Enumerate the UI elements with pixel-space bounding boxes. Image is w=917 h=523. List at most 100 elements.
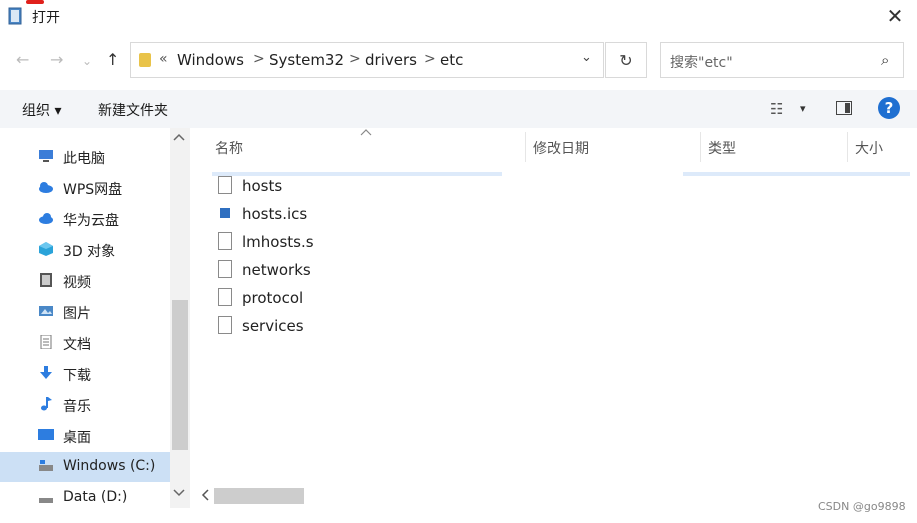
red-mark bbox=[26, 0, 44, 4]
view-options-icon[interactable]: ☷ bbox=[770, 100, 783, 118]
breadcrumb-separator[interactable]: > bbox=[253, 51, 265, 67]
recent-locations-button[interactable]: ⌄ bbox=[82, 54, 92, 68]
column-header-type[interactable]: 类型 bbox=[708, 138, 736, 158]
row-hover-highlight bbox=[683, 172, 910, 176]
close-button[interactable]: ✕ bbox=[880, 2, 910, 30]
sidebar-item-music[interactable]: 音乐 bbox=[0, 390, 170, 420]
file-icon bbox=[218, 288, 232, 306]
column-divider[interactable] bbox=[700, 132, 701, 162]
breadcrumb-overflow[interactable]: « bbox=[159, 51, 168, 67]
sidebar-item-label: 此电脑 bbox=[63, 151, 105, 167]
file-name: networks bbox=[242, 261, 311, 279]
sidebar-item-label: Data (D:) bbox=[63, 489, 128, 505]
file-icon bbox=[218, 316, 232, 334]
sidebar-item-pictures[interactable]: 图片 bbox=[0, 297, 170, 327]
sidebar-item-label: WPS网盘 bbox=[63, 182, 123, 198]
back-button[interactable]: ← bbox=[16, 50, 29, 69]
sidebar-item-data-d[interactable]: Data (D:) bbox=[0, 483, 170, 513]
sidebar-item-desktop[interactable]: 桌面 bbox=[0, 421, 170, 451]
sidebar-item-label: 华为云盘 bbox=[63, 213, 119, 229]
folder-icon bbox=[139, 53, 151, 67]
title-bar: 打开 ✕ bbox=[0, 0, 917, 34]
breadcrumb-windows[interactable]: Windows bbox=[177, 51, 244, 69]
sidebar-item-3d-objects[interactable]: 3D 对象 bbox=[0, 235, 170, 265]
sidebar-item-label: 下载 bbox=[63, 368, 91, 384]
refresh-button[interactable]: ↻ bbox=[605, 42, 647, 78]
sort-ascending-icon bbox=[360, 129, 372, 136]
sidebar-item-label: Windows (C:) bbox=[63, 458, 156, 474]
sidebar-item-huawei-drive[interactable]: 华为云盘 bbox=[0, 204, 170, 234]
file-name: services bbox=[242, 317, 304, 335]
file-row-hosts[interactable]: hosts bbox=[212, 172, 512, 200]
sidebar-item-windows-c[interactable]: Windows (C:) bbox=[0, 452, 170, 482]
view-dropdown-button[interactable]: ▾ bbox=[800, 102, 806, 115]
scroll-up-icon[interactable] bbox=[172, 132, 186, 142]
address-bar[interactable]: « Windows > System32 > drivers > etc ⌄ bbox=[130, 42, 604, 78]
sidebar-item-label: 桌面 bbox=[63, 430, 91, 446]
watermark: CSDN @go9898 bbox=[818, 500, 906, 513]
file-name: protocol bbox=[242, 289, 304, 307]
dialog-app-icon bbox=[8, 7, 22, 25]
file-icon bbox=[218, 176, 232, 194]
sidebar-item-label: 图片 bbox=[63, 306, 91, 322]
sidebar-item-downloads[interactable]: 下载 bbox=[0, 359, 170, 389]
command-bar: 组织 ▾ 新建文件夹 ☷ ▾ ? bbox=[0, 90, 917, 128]
desktop-icon bbox=[38, 429, 54, 440]
column-header-name[interactable]: 名称 bbox=[215, 138, 243, 158]
breadcrumb-separator[interactable]: > bbox=[349, 51, 361, 67]
pc-icon bbox=[39, 150, 53, 162]
file-row-lmhosts[interactable]: lmhosts.s bbox=[212, 228, 512, 256]
document-icon bbox=[40, 335, 52, 349]
preview-pane-icon[interactable] bbox=[836, 101, 852, 115]
search-icon[interactable]: ⌕ bbox=[881, 51, 889, 69]
column-divider[interactable] bbox=[525, 132, 526, 162]
window-title: 打开 bbox=[32, 10, 60, 26]
cloud-icon bbox=[39, 182, 53, 193]
breadcrumb-system32[interactable]: System32 bbox=[269, 51, 344, 69]
video-icon bbox=[40, 273, 52, 287]
forward-button[interactable]: → bbox=[50, 50, 63, 69]
navigation-pane: 此电脑 WPS网盘 华为云盘 3D 对象 视频 图片 文档 下载 音乐 桌面 W… bbox=[0, 128, 190, 523]
download-icon bbox=[40, 366, 52, 379]
drive-icon bbox=[39, 460, 53, 471]
search-input[interactable]: 搜索"etc" ⌕ bbox=[660, 42, 904, 78]
cloud-icon bbox=[39, 213, 53, 224]
breadcrumb-separator[interactable]: > bbox=[424, 51, 436, 67]
file-row-protocol[interactable]: protocol bbox=[212, 284, 512, 312]
sidebar-item-documents[interactable]: 文档 bbox=[0, 328, 170, 358]
file-row-services[interactable]: services bbox=[212, 312, 512, 340]
file-name: hosts bbox=[242, 177, 283, 195]
ics-file-icon bbox=[220, 208, 230, 218]
sidebar-item-label: 音乐 bbox=[63, 399, 91, 415]
drive-icon bbox=[39, 498, 53, 503]
file-name: hosts.ics bbox=[242, 205, 308, 223]
address-dropdown-button[interactable]: ⌄ bbox=[581, 50, 592, 65]
cube-icon bbox=[39, 242, 53, 256]
sidebar-item-label: 文档 bbox=[63, 337, 91, 353]
sidebar-item-label: 视频 bbox=[63, 275, 91, 291]
search-placeholder: 搜索"etc" bbox=[670, 55, 733, 71]
up-button[interactable]: ↑ bbox=[106, 50, 119, 69]
sidebar-item-wps-drive[interactable]: WPS网盘 bbox=[0, 173, 170, 203]
file-name: lmhosts.s bbox=[242, 233, 314, 251]
file-icon bbox=[218, 232, 232, 250]
file-row-networks[interactable]: networks bbox=[212, 256, 512, 284]
breadcrumb-drivers[interactable]: drivers bbox=[365, 51, 417, 69]
new-folder-button[interactable]: 新建文件夹 bbox=[98, 100, 168, 120]
column-header-size[interactable]: 大小 bbox=[855, 138, 883, 158]
scroll-left-icon[interactable] bbox=[200, 488, 210, 502]
breadcrumb-etc[interactable]: etc bbox=[440, 51, 463, 69]
sidebar-item-this-pc[interactable]: 此电脑 bbox=[0, 142, 170, 172]
music-icon bbox=[41, 397, 52, 411]
column-header-date-modified[interactable]: 修改日期 bbox=[533, 138, 589, 158]
sidebar-scroll-thumb[interactable] bbox=[172, 300, 188, 450]
horizontal-scroll-thumb[interactable] bbox=[214, 488, 304, 504]
sidebar-item-videos[interactable]: 视频 bbox=[0, 266, 170, 296]
help-icon[interactable]: ? bbox=[878, 97, 900, 119]
scroll-down-icon[interactable] bbox=[172, 488, 186, 498]
sidebar-item-label: 3D 对象 bbox=[63, 244, 116, 260]
picture-icon bbox=[39, 306, 53, 316]
column-divider[interactable] bbox=[847, 132, 848, 162]
organize-button[interactable]: 组织 ▾ bbox=[22, 100, 61, 120]
file-row-hosts-ics[interactable]: hosts.ics bbox=[212, 200, 512, 228]
